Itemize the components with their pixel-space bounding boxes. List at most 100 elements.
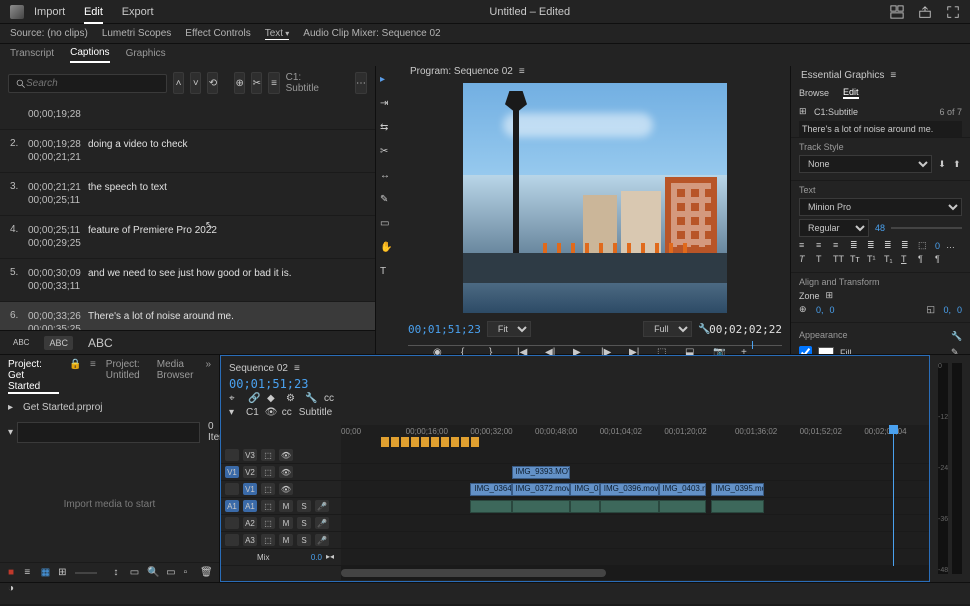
timeline-ruler[interactable]: 00;00 00;00;16;00 00;00;32;00 00;00;48;0…: [341, 425, 929, 447]
v3-lock[interactable]: ⬚: [261, 449, 275, 461]
project-search[interactable]: [17, 422, 200, 443]
settings-icon[interactable]: ⚙: [286, 393, 297, 404]
transcript-tab[interactable]: Transcript: [10, 48, 54, 62]
caption-row[interactable]: 2.00;00;19;2800;00;21;21doing a video to…: [0, 130, 375, 173]
resolution-select[interactable]: Full: [643, 321, 692, 337]
abc-large[interactable]: ABC: [83, 334, 118, 352]
rectangle-tool-icon[interactable]: ▭: [380, 218, 396, 234]
audio-clip[interactable]: [470, 500, 511, 513]
a3-mute[interactable]: M: [279, 534, 293, 546]
video-clip[interactable]: IMG_0396.mov[: [600, 483, 659, 496]
search-input[interactable]: [26, 78, 160, 89]
audio-clip[interactable]: [600, 500, 659, 513]
marker-icon[interactable]: ◆: [267, 393, 278, 404]
font-select[interactable]: Minion Pro: [799, 198, 962, 216]
more-text-icon[interactable]: …: [946, 240, 957, 251]
download-icon[interactable]: ⬇: [938, 159, 947, 170]
caption-menu-button[interactable]: ⋯: [355, 72, 367, 94]
panel-menu-icon[interactable]: ≡: [294, 363, 300, 374]
effect-controls-tab[interactable]: Effect Controls: [185, 28, 250, 39]
project-root-name[interactable]: Get Started.prproj: [23, 402, 102, 413]
weight-select[interactable]: Regular: [799, 219, 869, 237]
video-clip[interactable]: IMG_9393.MOV [: [512, 466, 571, 479]
underline-icon[interactable]: T: [901, 254, 912, 265]
playhead[interactable]: [893, 425, 894, 566]
v2-eye[interactable]: 👁: [279, 466, 293, 478]
share-icon[interactable]: [918, 5, 932, 19]
justify-last-right-icon[interactable]: ≣: [884, 240, 895, 251]
mix-value[interactable]: 0.0: [311, 553, 322, 562]
linked-sel-icon[interactable]: 🔗: [248, 393, 259, 404]
a2-voice[interactable]: 🎤: [315, 517, 329, 529]
caption-row[interactable]: 6.00;00;33;2600;00;35;25There's a lot of…: [0, 302, 375, 330]
fullscreen-icon[interactable]: [946, 5, 960, 19]
nav-export[interactable]: Export: [122, 6, 154, 18]
a3-source[interactable]: [225, 534, 239, 546]
v3-source[interactable]: [225, 449, 239, 461]
cc-icon[interactable]: cc: [324, 393, 335, 404]
a2-mute[interactable]: M: [279, 517, 293, 529]
a1-lock[interactable]: ⬚: [261, 500, 275, 512]
ripple-tool-icon[interactable]: ⇆: [380, 122, 396, 138]
track-style-select[interactable]: None: [799, 155, 932, 173]
v3-eye[interactable]: 👁: [279, 449, 293, 461]
video-clip[interactable]: IMG_0364: [470, 483, 511, 496]
project-tab-0[interactable]: Project: Get Started: [8, 359, 59, 394]
v3-target[interactable]: V3: [243, 449, 257, 461]
ltr-icon[interactable]: ¶: [918, 254, 929, 265]
text-tab[interactable]: Text: [265, 28, 290, 40]
find-icon[interactable]: 🔍: [147, 567, 158, 578]
timeline-timecode[interactable]: 00;01;51;23: [229, 377, 921, 391]
audio-mixer-tab[interactable]: Audio Clip Mixer: Sequence 02: [303, 28, 440, 39]
zoom-select[interactable]: Fit: [487, 321, 531, 337]
faux-italic-icon[interactable]: T: [816, 254, 827, 265]
v2-target[interactable]: V2: [243, 466, 257, 478]
subscript-icon[interactable]: T₁: [884, 254, 895, 265]
size-slider[interactable]: [891, 227, 962, 229]
video-clip[interactable]: IMG_0403.m: [659, 483, 706, 496]
y-pos[interactable]: 0: [830, 305, 835, 315]
snap-icon[interactable]: ⌖: [229, 393, 240, 404]
video-clip[interactable]: IMG_0395.mov [: [711, 483, 764, 496]
graphics-tab[interactable]: Graphics: [126, 48, 166, 62]
list-view-icon[interactable]: ≡: [24, 567, 32, 578]
panel-menu-icon[interactable]: ≡: [519, 66, 525, 77]
wrench-icon[interactable]: 🔧: [698, 324, 709, 335]
justify-all-icon[interactable]: ≣: [901, 240, 912, 251]
hand-tool-icon[interactable]: ✋: [380, 242, 396, 258]
fill-swatch[interactable]: [818, 347, 834, 355]
nav-import[interactable]: Import: [34, 6, 65, 18]
a2-target[interactable]: A2: [243, 517, 257, 529]
chevron-down-icon[interactable]: ▾: [229, 407, 240, 418]
justify-icon[interactable]: ≣: [850, 240, 861, 251]
more-tabs-icon[interactable]: »: [205, 359, 211, 394]
zone-grid-icon[interactable]: ⊞: [826, 290, 837, 301]
new-bin-icon[interactable]: ▭: [166, 567, 175, 578]
panel-menu-icon[interactable]: ≡: [890, 70, 896, 81]
v1-source[interactable]: V1: [225, 466, 239, 478]
sort-icon[interactable]: ↕: [113, 567, 121, 578]
trash-icon[interactable]: 🗑: [200, 567, 211, 578]
a1-voice[interactable]: 🎤: [315, 500, 329, 512]
eyedropper-icon[interactable]: ✎: [951, 347, 962, 354]
w-val[interactable]: 0,: [943, 305, 951, 315]
audio-clip[interactable]: [659, 500, 706, 513]
bin-icon[interactable]: ▸: [8, 402, 19, 413]
caption-row[interactable]: 4.00;00;25;1100;00;29;25feature of Premi…: [0, 216, 375, 259]
caption-row[interactable]: 5.00;00;30;0900;00;33;11and we need to s…: [0, 259, 375, 302]
source-label[interactable]: Source: (no clips): [10, 28, 88, 39]
align-center-icon[interactable]: ≡: [816, 240, 827, 251]
video-clip[interactable]: IMG_0372.mov [V: [512, 483, 571, 496]
razor-tool-icon[interactable]: ✂: [380, 146, 396, 162]
a1-mute[interactable]: M: [279, 500, 293, 512]
faux-bold-icon[interactable]: T: [799, 254, 810, 265]
c1-label[interactable]: C1: [246, 407, 259, 418]
mix-expand-icon[interactable]: ▸◂: [326, 552, 337, 563]
project-tab-2[interactable]: Media Browser: [157, 359, 196, 394]
v1-eye[interactable]: 👁: [279, 483, 293, 495]
automate-icon[interactable]: ▭: [130, 567, 139, 578]
record-icon[interactable]: ■: [8, 567, 16, 578]
add-caption-button[interactable]: ⊕: [234, 72, 245, 94]
nav-edit[interactable]: Edit: [84, 6, 103, 24]
a2-source[interactable]: [225, 517, 239, 529]
